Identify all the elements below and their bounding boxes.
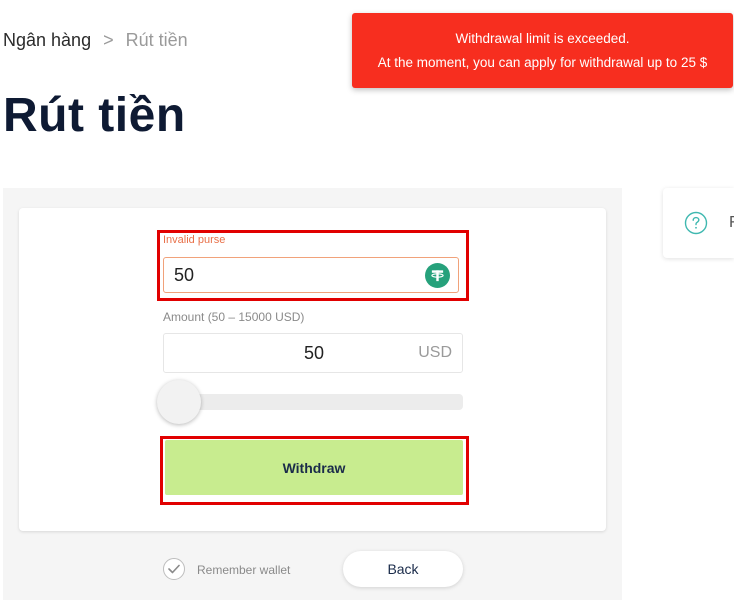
back-button[interactable]: Back [343, 551, 463, 587]
breadcrumb-separator: > [103, 30, 114, 50]
purse-input[interactable] [163, 257, 459, 293]
amount-slider-thumb[interactable] [157, 380, 201, 424]
tether-icon [425, 263, 450, 288]
amount-field: USD [163, 333, 463, 373]
help-side-card[interactable]: F [663, 188, 734, 258]
purse-error-label: Invalid purse [163, 234, 226, 246]
breadcrumb: Ngân hàng > Rút tiền [3, 30, 188, 51]
check-icon [168, 564, 180, 574]
help-side-text: F [729, 214, 734, 231]
breadcrumb-root-link[interactable]: Ngân hàng [3, 30, 91, 51]
error-toast[interactable]: Withdrawal limit is exceeded. At the mom… [352, 13, 733, 88]
toast-line-2: At the moment, you can apply for withdra… [377, 55, 708, 70]
amount-input[interactable] [164, 334, 324, 372]
remember-wallet-checkbox[interactable] [163, 558, 185, 580]
amount-slider-track[interactable] [163, 394, 463, 410]
withdraw-button[interactable]: Withdraw [165, 440, 463, 495]
toast-line-1: Withdrawal limit is exceeded. [455, 31, 630, 46]
breadcrumb-current: Rút tiền [125, 30, 188, 50]
page-title: Rút tiền [3, 89, 186, 142]
help-circle-icon [684, 211, 708, 235]
amount-label: Amount (50 – 15000 USD) [163, 310, 305, 324]
remember-wallet-label[interactable]: Remember wallet [197, 563, 290, 577]
currency-label: USD [418, 344, 452, 361]
